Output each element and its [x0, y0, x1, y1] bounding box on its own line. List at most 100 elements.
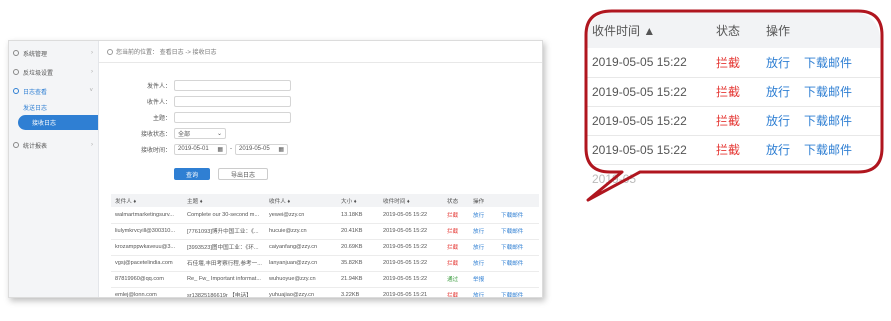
status-label: 接收状态：: [140, 131, 171, 138]
zoom-row: 2019-05-05 15:22 拦截 放行 下载邮件: [586, 106, 880, 136]
breadcrumb: 您当前的位置： 查看日志 -> 接收日志: [99, 41, 542, 63]
column-header-subject[interactable]: 主题 ♦: [183, 194, 265, 207]
cell-size: 35.82KB: [337, 255, 379, 272]
download-mail-link[interactable]: 下载邮件: [497, 255, 539, 272]
cell-subject: Complete our 30-second m...: [183, 207, 265, 224]
cell-subject: 石佳堰,丰田考察行程,参考一...: [183, 255, 265, 272]
sidebar-subitem-receive-log[interactable]: 接收日志: [18, 115, 98, 130]
column-header-sender[interactable]: 发件人 ♦: [111, 194, 183, 207]
recipient-input[interactable]: [174, 95, 291, 107]
query-button[interactable]: 查询: [174, 168, 210, 180]
log-icon: [13, 88, 19, 94]
download-mail-link[interactable]: 下载邮件: [497, 223, 539, 240]
cell-subject: sr13825186619r 【电话】: [183, 287, 265, 297]
cell-size: 20.69KB: [337, 239, 379, 256]
chevron-right-icon: ›: [91, 50, 93, 56]
cell-subject: [3993523]图中国工业：《环...: [183, 239, 265, 256]
table-row: 87819960@qq.com Re_ Fw_ Important inform…: [111, 271, 539, 288]
cell-recipient: yuhuajiao@zzy.cn: [265, 287, 337, 297]
cell-size: 13.18KB: [337, 207, 379, 224]
cell-time: 2019-05-05 15:22: [379, 239, 443, 256]
sidebar-item-label: 系统管理: [23, 51, 48, 58]
cell-time: 2019-05-05 15:22: [379, 223, 443, 240]
zoom-release-link[interactable]: 放行: [760, 48, 798, 78]
table-header-row: 发件人 ♦ 主题 ♦ 收件人 ♦ 大小 ♦ 收件时间 ♦ 状态 操作: [111, 194, 539, 207]
chevron-down-icon: ˅: [89, 88, 93, 94]
zoom-cell-time: 2019-05-05 15:22: [586, 106, 710, 136]
column-header-size[interactable]: 大小 ♦: [337, 194, 379, 207]
sidebar-item-antispam[interactable]: 反垃圾设置 ›: [9, 63, 98, 81]
zoom-row: 2019-05-05 15:22 拦截 放行 下载邮件: [586, 77, 880, 107]
date-range-dash: -: [230, 146, 232, 152]
zoom-cell-status: 拦截: [710, 135, 760, 165]
cell-recipient: caiyanfang@zzy.cn: [265, 239, 337, 256]
table-row: liulymkrvcyill@300310... [7761093]博升中国工业…: [111, 223, 539, 240]
date-from-field[interactable]: 2019-05-01 ▦: [174, 143, 227, 155]
cell-recipient: hucuie@zzy.cn: [265, 223, 337, 240]
zoom-download-link[interactable]: 下载邮件: [798, 106, 880, 136]
sidebar-item-label: 反垃圾设置: [23, 70, 54, 77]
table-row: krozamppwkaveuu@3... [3993523]图中国工业：《环..…: [111, 239, 539, 256]
cell-subject: Re_ Fw_ Important informat...: [183, 271, 265, 288]
cell-sender: liulymkrvcyill@300310...: [111, 223, 183, 240]
zoom-download-link[interactable]: 下载邮件: [798, 135, 880, 165]
release-link[interactable]: 放行: [469, 239, 497, 256]
receive-log-table: 发件人 ♦ 主题 ♦ 收件人 ♦ 大小 ♦ 收件时间 ♦ 状态 操作 walma…: [111, 194, 539, 297]
zoom-release-link[interactable]: 放行: [760, 77, 798, 107]
table-row: emlej@lonn.com sr13825186619r 【电话】 yuhua…: [111, 287, 539, 297]
download-mail-link[interactable]: 下载邮件: [497, 239, 539, 256]
date-to-value: 2019-05-05: [239, 146, 270, 152]
zoom-row: 2019-05-05 15:22 拦截 放行 下载邮件: [586, 48, 880, 78]
column-header-time[interactable]: 收件时间 ♦: [379, 194, 443, 207]
cell-time: 2019-05-05 15:21: [379, 287, 443, 297]
column-header-action: 操作: [469, 194, 497, 207]
chart-icon: [13, 142, 19, 148]
zoom-header-extra: [798, 12, 880, 48]
release-link[interactable]: 放行: [469, 223, 497, 240]
release-link[interactable]: 放行: [469, 287, 497, 297]
zoom-download-link[interactable]: 下载邮件: [798, 48, 880, 78]
zoom-header-status: 状态: [710, 12, 760, 48]
cell-sender: vgsj@pacetelindia.com: [111, 255, 183, 272]
report-link[interactable]: 举报: [469, 271, 497, 288]
location-icon: [107, 48, 113, 55]
download-mail-link[interactable]: 下载邮件: [497, 287, 539, 297]
sidebar-subitem-send-log[interactable]: 发送日志: [9, 100, 98, 115]
calendar-icon: ▦: [217, 146, 223, 153]
zoom-cell-time: 2019-05-05 15:22: [586, 135, 710, 165]
zoom-header-time[interactable]: 收件时间 ▲: [586, 12, 710, 48]
search-form: 发件人： 收件人： 主题： 接收状态： 全部 ⌄ 接收时间： 2019-05-0…: [99, 77, 349, 157]
date-from-value: 2019-05-01: [178, 146, 209, 152]
download-mail-link[interactable]: 下载邮件: [497, 207, 539, 224]
sidebar-item-stats[interactable]: 统计报表 ›: [9, 136, 98, 154]
release-link[interactable]: 放行: [469, 207, 497, 224]
column-header-recipient[interactable]: 收件人 ♦: [265, 194, 337, 207]
download-mail-link[interactable]: [497, 271, 539, 288]
sidebar-item-logs[interactable]: 日志查看 ˅: [9, 82, 98, 100]
cell-status-badge: 拦截: [443, 223, 469, 240]
zoom-header-row: 收件时间 ▲ 状态 操作: [586, 12, 880, 48]
zoom-release-link[interactable]: 放行: [760, 135, 798, 165]
cell-recipient: lanyanjuan@zzy.cn: [265, 255, 337, 272]
zoom-release-link[interactable]: 放行: [760, 106, 798, 136]
cell-sender: 87819960@qq.com: [111, 271, 183, 288]
zoom-download-link[interactable]: 下载邮件: [798, 77, 880, 107]
status-select[interactable]: 全部 ⌄: [174, 127, 226, 139]
cell-size: 3.22KB: [337, 287, 379, 297]
subject-input[interactable]: [174, 111, 291, 123]
release-link[interactable]: 放行: [469, 255, 497, 272]
cell-size: 20.41KB: [337, 223, 379, 240]
cell-time: 2019-05-05 15:22: [379, 255, 443, 272]
status-select-value: 全部: [178, 131, 191, 138]
sidebar-item-system[interactable]: 系统管理 ›: [9, 44, 98, 62]
cell-status-badge: 通过: [443, 271, 469, 288]
date-to-field[interactable]: 2019-05-05 ▦: [235, 143, 288, 155]
cell-status-badge: 拦截: [443, 207, 469, 224]
chevron-right-icon: ›: [91, 142, 93, 148]
cell-sender: walmartmarketingsurv...: [111, 207, 183, 224]
breadcrumb-text: 您当前的位置： 查看日志 -> 接收日志: [116, 50, 217, 56]
sender-input[interactable]: [174, 79, 291, 91]
zoom-cell-status: 拦截: [710, 48, 760, 78]
export-log-button[interactable]: 导出日志: [218, 168, 268, 180]
column-header-status: 状态: [443, 194, 469, 207]
